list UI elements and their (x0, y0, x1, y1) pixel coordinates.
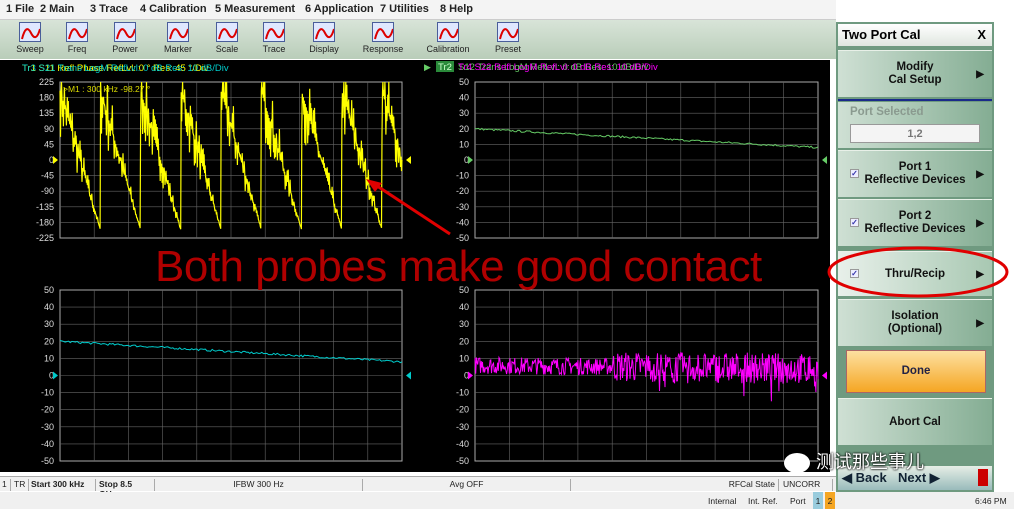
wechat-icon (784, 453, 810, 474)
arrow-line (373, 182, 451, 236)
arrow-head-icon (366, 179, 382, 192)
watermark: 测试那些事儿 (784, 448, 924, 474)
highlight-ellipse (827, 246, 1009, 298)
annotation-overlay (366, 179, 1009, 298)
watermark-text: 测试那些事儿 (816, 452, 924, 472)
